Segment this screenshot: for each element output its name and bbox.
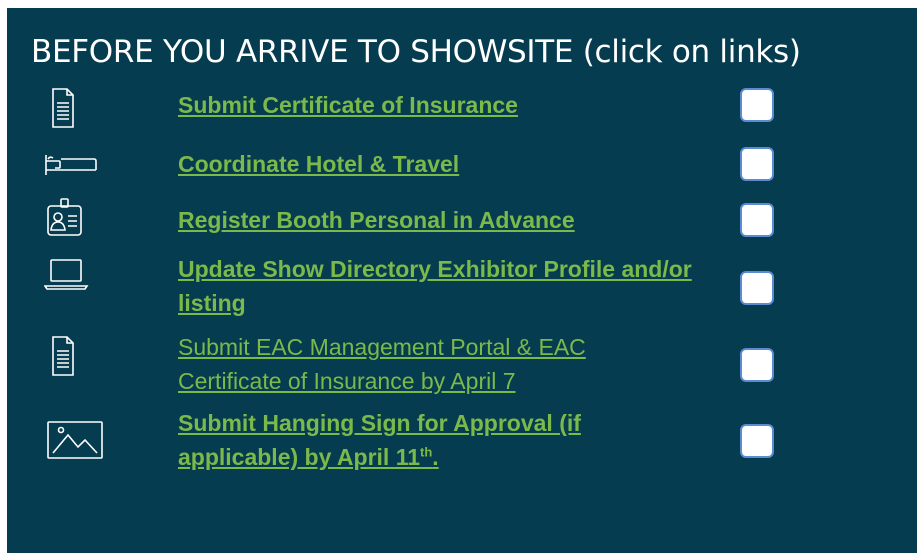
submit-hanging-sign-link[interactable]: Submit Hanging Sign for Approval (if app… xyxy=(178,406,678,474)
document-icon xyxy=(44,86,114,130)
link-suffix: . xyxy=(432,444,439,470)
update-directory-link[interactable]: Update Show Directory Exhibitor Profile … xyxy=(178,252,698,320)
checkbox[interactable] xyxy=(740,348,774,382)
laptop-icon xyxy=(44,258,114,302)
register-booth-link[interactable]: Register Booth Personal in Advance xyxy=(178,203,698,237)
checkbox[interactable] xyxy=(740,271,774,305)
submit-certificate-link[interactable]: Submit Certificate of Insurance xyxy=(178,88,698,122)
document-icon xyxy=(44,334,114,378)
link-text: Submit Hanging Sign for Approval (if app… xyxy=(178,410,581,470)
id-badge-icon xyxy=(44,197,114,241)
image-icon xyxy=(44,420,114,464)
checkbox[interactable] xyxy=(740,147,774,181)
panel-title: BEFORE YOU ARRIVE TO SHOWSITE (click on … xyxy=(31,34,801,70)
bed-icon xyxy=(44,141,114,185)
submit-eac-link[interactable]: Submit EAC Management Portal & EAC Certi… xyxy=(178,330,688,398)
checkbox[interactable] xyxy=(740,424,774,458)
checkbox[interactable] xyxy=(740,203,774,237)
superscript: th xyxy=(420,444,433,460)
coordinate-hotel-link[interactable]: Coordinate Hotel & Travel xyxy=(178,147,698,181)
checkbox[interactable] xyxy=(740,88,774,122)
checklist-panel: BEFORE YOU ARRIVE TO SHOWSITE (click on … xyxy=(7,8,917,553)
